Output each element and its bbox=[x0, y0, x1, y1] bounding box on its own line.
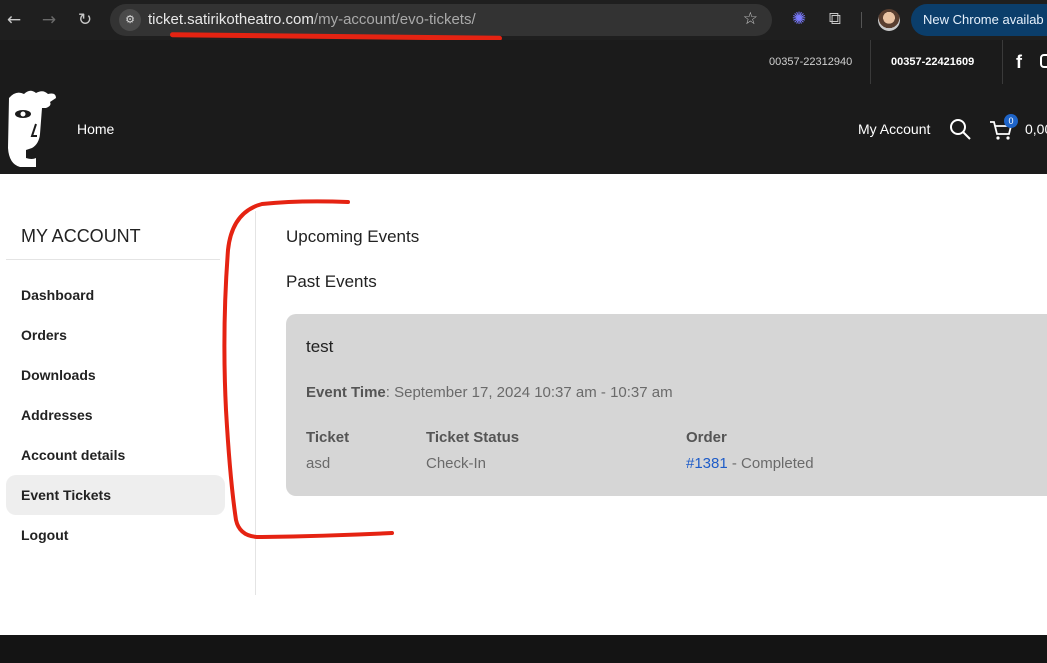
cart-count-badge: 0 bbox=[1004, 114, 1018, 128]
sidebar-item-event-tickets[interactable]: Event Tickets bbox=[6, 475, 225, 515]
topbar-divider bbox=[870, 40, 871, 84]
toolbar-divider bbox=[861, 12, 862, 28]
site-settings-icon[interactable]: ⚙ bbox=[119, 9, 141, 31]
order-status: - Completed bbox=[727, 455, 814, 472]
bookmark-star-icon[interactable]: ☆ bbox=[743, 9, 758, 29]
browser-toolbar: ← → ↻ ⚙ ticket.satirikotheatro.com/my-ac… bbox=[0, 0, 1047, 40]
url-path: /my-account/evo-tickets/ bbox=[313, 11, 476, 28]
sidebar-title: MY ACCOUNT bbox=[21, 226, 141, 246]
phone-number-2[interactable]: 00357-22421609 bbox=[891, 56, 974, 68]
upcoming-events-heading: Upcoming Events bbox=[286, 227, 420, 246]
instagram-icon[interactable] bbox=[1040, 54, 1047, 68]
event-time-value: : September 17, 2024 10:37 am - 10:37 am bbox=[385, 384, 673, 401]
site-footer bbox=[0, 635, 1047, 663]
sidebar-item-addresses[interactable]: Addresses bbox=[6, 395, 225, 435]
contact-bar: 00357-22312940 00357-22421609 f bbox=[0, 40, 1047, 84]
ticket-value: asd bbox=[306, 455, 331, 472]
nav-my-account-link[interactable]: My Account bbox=[858, 121, 930, 137]
event-time: Event Time: September 17, 2024 10:37 am … bbox=[306, 384, 673, 401]
address-bar[interactable]: ⚙ ticket.satirikotheatro.com/my-account/… bbox=[110, 4, 772, 36]
url-text[interactable]: ticket.satirikotheatro.com/my-account/ev… bbox=[148, 11, 476, 28]
nav-home-link[interactable]: Home bbox=[77, 121, 114, 137]
sidebar-border bbox=[255, 211, 256, 595]
update-chrome-button[interactable]: New Chrome availab bbox=[911, 4, 1047, 36]
profile-avatar[interactable] bbox=[878, 9, 900, 31]
extension-icon[interactable]: ✺ bbox=[788, 8, 810, 30]
topbar-divider bbox=[1002, 40, 1003, 84]
sidebar-item-orders[interactable]: Orders bbox=[6, 315, 225, 355]
event-name: test bbox=[306, 337, 334, 356]
sidebar-divider bbox=[6, 259, 220, 260]
puzzle-icon[interactable]: ⧉ bbox=[824, 8, 846, 30]
reload-icon[interactable]: ↻ bbox=[73, 8, 97, 32]
phone-number-1[interactable]: 00357-22312940 bbox=[769, 56, 852, 68]
back-arrow-icon[interactable]: ← bbox=[2, 8, 26, 32]
event-ticket-card: test Event Time: September 17, 2024 10:3… bbox=[286, 314, 1047, 496]
ticket-column-header: Ticket bbox=[306, 429, 350, 446]
sidebar-item-account-details[interactable]: Account details bbox=[6, 435, 225, 475]
order-link[interactable]: #1381 bbox=[686, 455, 728, 472]
theatre-mask-logo[interactable] bbox=[6, 88, 58, 168]
order-column-header: Order bbox=[686, 429, 727, 446]
past-events-heading: Past Events bbox=[286, 272, 377, 291]
ticket-status-column-header: Ticket Status bbox=[426, 429, 520, 446]
cart-total[interactable]: 0,00 bbox=[1025, 121, 1047, 137]
site-header: Home My Account 0 0,00 bbox=[0, 84, 1047, 174]
ticket-status-value: Check-In bbox=[426, 455, 487, 472]
sidebar-item-logout[interactable]: Logout bbox=[6, 515, 225, 555]
search-icon[interactable] bbox=[949, 118, 971, 140]
facebook-icon[interactable]: f bbox=[1016, 52, 1022, 73]
url-domain: ticket.satirikotheatro.com bbox=[148, 11, 314, 28]
sidebar-item-dashboard[interactable]: Dashboard bbox=[6, 275, 225, 315]
event-time-label: Event Time bbox=[306, 384, 386, 401]
order-value: #1381 - Completed bbox=[686, 455, 814, 472]
forward-arrow-icon[interactable]: → bbox=[37, 8, 61, 32]
sidebar-item-downloads[interactable]: Downloads bbox=[6, 355, 225, 395]
